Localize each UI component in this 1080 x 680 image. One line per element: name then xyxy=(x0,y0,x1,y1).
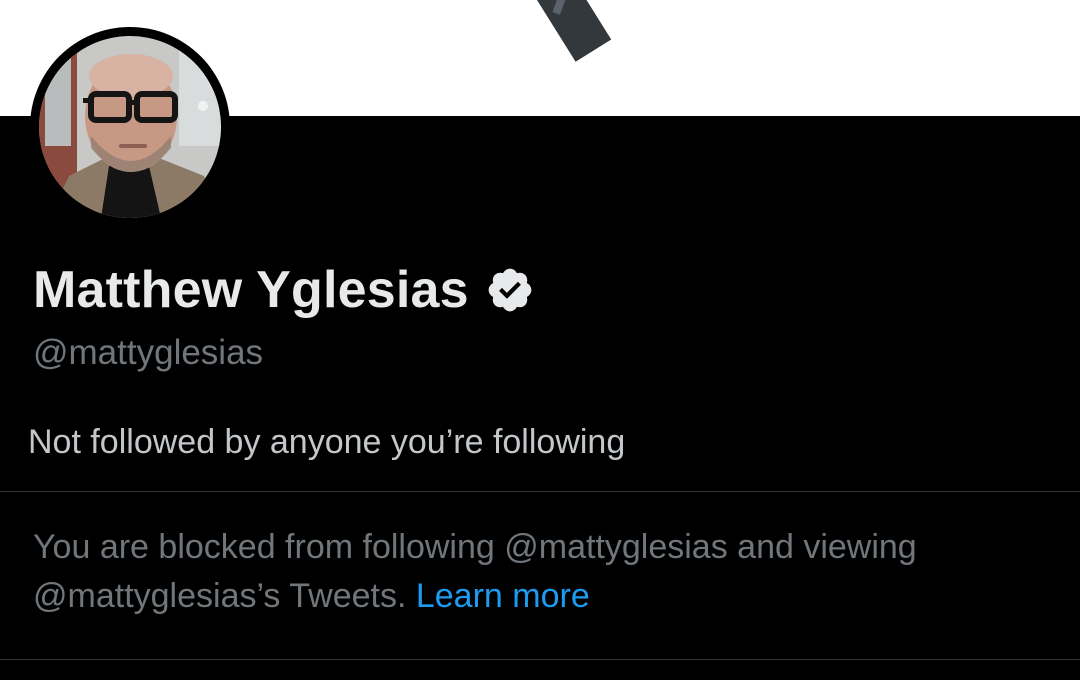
followed-by-text: Not followed by anyone you’re following xyxy=(28,423,626,461)
profile-name-row: Matthew Yglesias xyxy=(33,258,535,322)
blocked-message-line1: You are blocked from following @mattygle… xyxy=(33,528,917,566)
avatar[interactable] xyxy=(30,27,230,227)
avatar-photo xyxy=(39,36,221,218)
profile-handle: @mattyglesias xyxy=(33,333,264,372)
display-name: Matthew Yglesias xyxy=(33,261,469,319)
verified-badge-icon[interactable] xyxy=(485,265,535,315)
divider xyxy=(0,491,1080,492)
blocked-message-line2: @mattyglesias’s Tweets. xyxy=(33,577,407,615)
profile-page: Matthew Yglesias @mattyglesias Not follo… xyxy=(0,0,1080,680)
divider xyxy=(0,659,1080,660)
blocked-notice: You are blocked from following @mattygle… xyxy=(33,523,1043,621)
learn-more-link[interactable]: Learn more xyxy=(416,577,590,615)
